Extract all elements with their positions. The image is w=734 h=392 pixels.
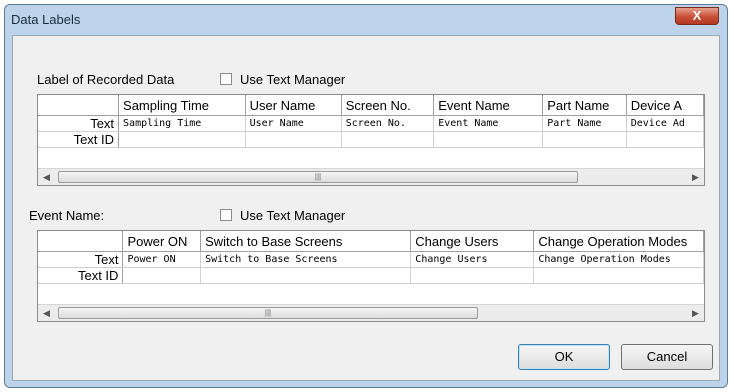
text-cell[interactable]: Change Operation Modes — [533, 251, 704, 268]
corner-cell — [38, 95, 120, 116]
table-header-row: Sampling Time User Name Screen No. Event… — [38, 95, 704, 116]
scroll-right-icon[interactable]: ▶ — [687, 305, 704, 321]
column-header[interactable]: User Name — [245, 95, 342, 116]
row-header: Text ID — [38, 267, 124, 284]
text-cell[interactable]: User Name — [245, 115, 342, 132]
recorded-data-label: Label of Recorded Data — [37, 72, 175, 87]
title-bar[interactable]: Data Labels X — [5, 5, 727, 33]
scroll-thumb[interactable]: ||| — [58, 171, 578, 183]
scroll-left-icon[interactable]: ◀ — [38, 305, 55, 321]
scroll-thumb[interactable]: ||| — [58, 307, 478, 319]
event-horizontal-scrollbar[interactable]: ◀ ||| ▶ — [38, 304, 704, 321]
table-row: Text ID — [38, 131, 704, 148]
text-id-cell[interactable] — [533, 267, 704, 284]
dialog-title: Data Labels — [11, 12, 81, 27]
text-id-cell[interactable] — [341, 131, 435, 148]
column-header[interactable]: Screen No. — [341, 95, 435, 116]
column-header[interactable]: Power ON — [122, 231, 202, 252]
recorded-use-text-manager-label[interactable]: Use Text Manager — [240, 72, 345, 87]
text-id-cell[interactable] — [200, 267, 412, 284]
column-header[interactable]: Change Users — [410, 231, 535, 252]
event-name-grid: Power ON Switch to Base Screens Change U… — [37, 230, 705, 322]
text-cell[interactable]: Part Name — [542, 115, 627, 132]
text-cell[interactable]: Switch to Base Screens — [200, 251, 412, 268]
text-cell[interactable]: Screen No. — [341, 115, 435, 132]
text-id-cell[interactable] — [626, 131, 704, 148]
text-cell[interactable]: Event Name — [433, 115, 544, 132]
scroll-right-icon[interactable]: ▶ — [687, 169, 704, 185]
recorded-data-grid: Sampling Time User Name Screen No. Event… — [37, 94, 705, 186]
text-id-cell[interactable] — [433, 131, 544, 148]
text-cell[interactable]: Device Ad — [626, 115, 704, 132]
column-header[interactable]: Switch to Base Screens — [200, 231, 412, 252]
text-id-cell[interactable] — [245, 131, 342, 148]
dialog-body: Label of Recorded Data Use Text Manager … — [12, 35, 720, 381]
column-header[interactable]: Event Name — [433, 95, 544, 116]
text-id-cell[interactable] — [542, 131, 627, 148]
text-cell[interactable]: Power ON — [122, 251, 202, 268]
table-header-row: Power ON Switch to Base Screens Change U… — [38, 231, 704, 252]
row-header: Text — [38, 251, 124, 268]
dialog-window: Data Labels X Label of Recorded Data Use… — [4, 4, 728, 388]
text-id-cell[interactable] — [410, 267, 535, 284]
event-use-text-manager-checkbox[interactable] — [220, 209, 232, 221]
text-cell[interactable]: Sampling Time — [118, 115, 246, 132]
recorded-use-text-manager-checkbox[interactable] — [220, 73, 232, 85]
close-button[interactable]: X — [675, 7, 719, 25]
corner-cell — [38, 231, 124, 252]
ok-button[interactable]: OK — [518, 344, 610, 370]
recorded-data-table: Sampling Time User Name Screen No. Event… — [38, 95, 704, 148]
table-row: Text ID — [38, 267, 704, 284]
event-name-label: Event Name: — [29, 208, 105, 223]
text-id-cell[interactable] — [118, 131, 246, 148]
event-use-text-manager-label[interactable]: Use Text Manager — [240, 208, 345, 223]
recorded-horizontal-scrollbar[interactable]: ◀ ||| ▶ — [38, 168, 704, 185]
event-name-table: Power ON Switch to Base Screens Change U… — [38, 231, 704, 284]
cancel-button[interactable]: Cancel — [621, 344, 713, 370]
table-row: Text Sampling Time User Name Screen No. … — [38, 115, 704, 132]
row-header: Text — [38, 115, 120, 132]
column-header[interactable]: Part Name — [542, 95, 627, 116]
column-header[interactable]: Sampling Time — [118, 95, 246, 116]
text-cell[interactable]: Change Users — [410, 251, 535, 268]
text-id-cell[interactable] — [122, 267, 202, 284]
row-header: Text ID — [38, 131, 120, 148]
column-header[interactable]: Change Operation Modes — [533, 231, 704, 252]
scroll-left-icon[interactable]: ◀ — [38, 169, 55, 185]
column-header[interactable]: Device A — [626, 95, 704, 116]
table-row: Text Power ON Switch to Base Screens Cha… — [38, 251, 704, 268]
